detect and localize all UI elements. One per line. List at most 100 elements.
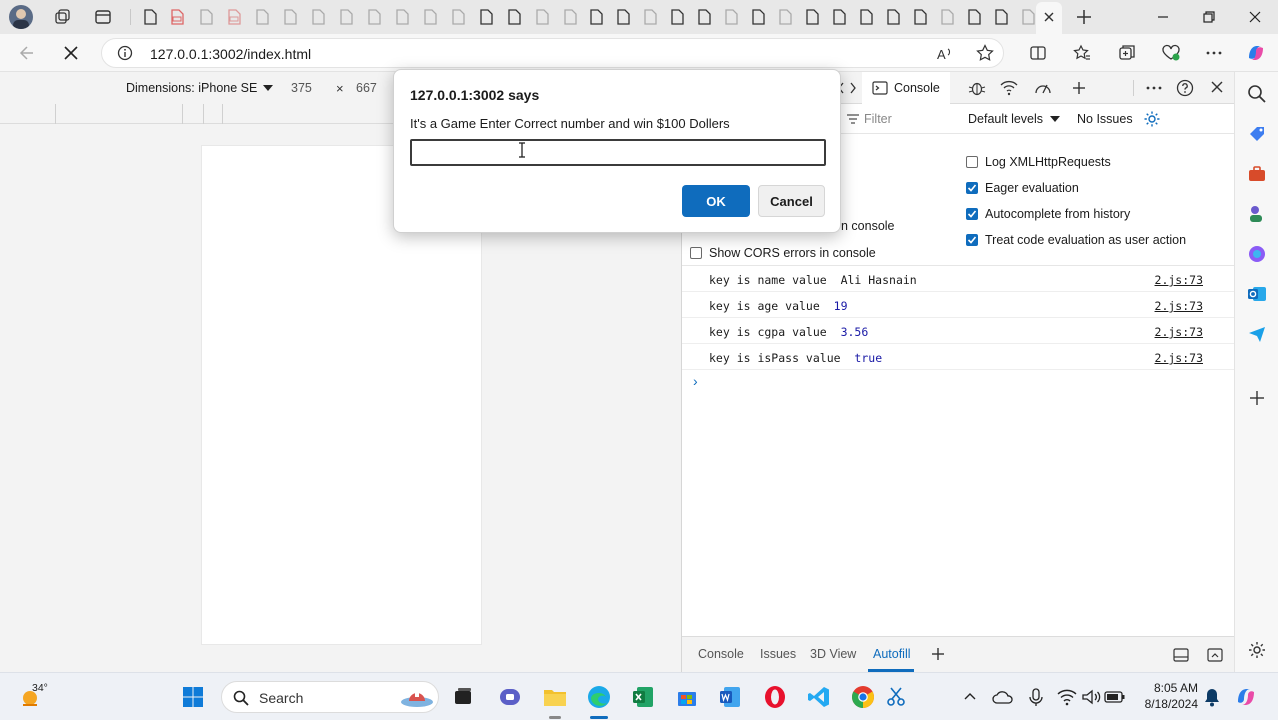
device-dimensions-dropdown[interactable]: Dimensions: iPhone SE xyxy=(126,81,274,95)
volume-icon[interactable] xyxy=(1079,685,1103,709)
favorites-icon[interactable] xyxy=(1071,42,1093,64)
tab-page-icon[interactable] xyxy=(449,8,467,26)
drawer-tab-console[interactable]: Console xyxy=(698,647,744,661)
battery-icon[interactable] xyxy=(1103,685,1127,709)
tab-page-icon[interactable] xyxy=(253,8,271,26)
add-tool-icon[interactable] xyxy=(1071,80,1087,96)
log-xhr-checkbox-row[interactable]: Log XMLHttpRequests xyxy=(966,155,1111,169)
tab-page-icon[interactable] xyxy=(337,8,355,26)
sidebar-games-icon[interactable] xyxy=(1247,204,1267,224)
viewport-width-input[interactable]: 375 xyxy=(291,81,312,95)
tab-page-icon[interactable] xyxy=(505,8,523,26)
close-window-button[interactable] xyxy=(1232,0,1278,34)
log-source-link[interactable]: 2.js:73 xyxy=(1155,351,1203,365)
tab-actions-icon[interactable] xyxy=(94,8,112,26)
url-field[interactable]: 127.0.0.1:3002/index.html A xyxy=(101,38,1004,68)
teams-chat-icon[interactable] xyxy=(498,685,522,709)
copilot-preview-icon[interactable] xyxy=(1234,685,1258,709)
vscode-icon[interactable] xyxy=(807,685,831,709)
close-drawer-icon[interactable] xyxy=(1206,647,1224,663)
dialog-ok-button[interactable]: OK xyxy=(682,185,750,217)
close-devtools-icon[interactable] xyxy=(1210,80,1224,94)
drawer-tab-3d-view[interactable]: 3D View xyxy=(810,647,856,661)
tab-page-icon[interactable] xyxy=(695,8,713,26)
eager-evaluation-checkbox[interactable] xyxy=(966,182,978,194)
console-prompt-chevron[interactable]: › xyxy=(693,373,698,389)
tab-page-icon[interactable] xyxy=(309,8,327,26)
start-button-icon[interactable] xyxy=(181,685,205,709)
drawer-tab-autofill[interactable]: Autofill xyxy=(873,647,911,661)
dock-drawer-icon[interactable] xyxy=(1172,647,1190,663)
sidebar-send-icon[interactable] xyxy=(1247,324,1267,344)
workspaces-icon[interactable] xyxy=(53,8,71,26)
split-screen-icon[interactable] xyxy=(1027,42,1049,64)
restore-button[interactable] xyxy=(1186,0,1232,34)
sidebar-search-icon[interactable] xyxy=(1247,84,1267,104)
more-options-icon[interactable] xyxy=(1203,42,1225,64)
file-explorer-icon[interactable] xyxy=(543,685,567,709)
sidebar-settings-icon[interactable] xyxy=(1247,640,1267,660)
viewport-height-input[interactable]: 667 xyxy=(356,81,377,95)
wifi-icon[interactable] xyxy=(1055,685,1079,709)
log-source-link[interactable]: 2.js:73 xyxy=(1155,299,1203,313)
copilot-icon[interactable] xyxy=(1245,42,1267,64)
tab-page-icon[interactable] xyxy=(281,8,299,26)
tab-page-icon[interactable] xyxy=(884,8,902,26)
drawer-tab-issues[interactable]: Issues xyxy=(760,647,796,661)
tab-page-icon[interactable] xyxy=(992,8,1010,26)
notifications-bell-icon[interactable] xyxy=(1200,685,1224,709)
treat-as-user-action-checkbox-row[interactable]: Treat code evaluation as user action xyxy=(966,233,1186,247)
eager-evaluation-checkbox-row[interactable]: Eager evaluation xyxy=(966,181,1079,195)
log-source-link[interactable]: 2.js:73 xyxy=(1155,273,1203,287)
sidebar-copilot-icon[interactable] xyxy=(1247,244,1267,264)
cors-errors-checkbox-row[interactable]: Show CORS errors in console xyxy=(690,246,876,260)
performance-icon[interactable] xyxy=(1034,80,1052,96)
tab-page-icon[interactable] xyxy=(803,8,821,26)
browser-essentials-icon[interactable] xyxy=(1160,42,1182,64)
dialog-prompt-input[interactable] xyxy=(410,139,826,166)
microphone-icon[interactable] xyxy=(1024,685,1048,709)
cors-errors-checkbox[interactable] xyxy=(690,247,702,259)
tab-page-icon[interactable] xyxy=(776,8,794,26)
tab-page-icon[interactable] xyxy=(668,8,686,26)
collections-icon[interactable] xyxy=(1116,42,1138,64)
tab-page-icon[interactable] xyxy=(587,8,605,26)
tab-page-icon[interactable] xyxy=(857,8,875,26)
issues-counter[interactable]: No Issues xyxy=(1077,112,1133,126)
close-tab-icon[interactable] xyxy=(1042,10,1056,24)
site-info-icon[interactable] xyxy=(117,45,133,61)
task-view-icon[interactable] xyxy=(451,685,475,709)
add-drawer-tab-icon[interactable] xyxy=(931,647,945,661)
tab-page-icon[interactable] xyxy=(749,8,767,26)
word-icon[interactable] xyxy=(718,685,742,709)
active-tab[interactable] xyxy=(1036,2,1062,34)
sidebar-shopping-icon[interactable] xyxy=(1247,124,1267,144)
tab-page-icon[interactable] xyxy=(141,8,159,26)
sidebar-add-icon[interactable] xyxy=(1247,388,1267,408)
tab-page-icon[interactable] xyxy=(197,8,215,26)
minimize-button[interactable] xyxy=(1140,0,1186,34)
back-button[interactable] xyxy=(16,42,38,64)
tab-page-icon[interactable] xyxy=(365,8,383,26)
tab-page-icon[interactable] xyxy=(533,8,551,26)
weather-widget[interactable]: 34° xyxy=(18,682,62,711)
bug-icon[interactable] xyxy=(968,79,986,97)
log-levels-dropdown[interactable]: Default levels xyxy=(968,112,1061,126)
console-settings-gear-icon[interactable] xyxy=(1143,110,1161,128)
tab-page-icon[interactable] xyxy=(830,8,848,26)
tab-page-icon[interactable] xyxy=(965,8,983,26)
treat-as-user-action-checkbox[interactable] xyxy=(966,234,978,246)
edge-browser-icon[interactable] xyxy=(587,685,611,709)
favorite-star-icon[interactable] xyxy=(976,44,994,62)
clock[interactable]: 8:05 AM 8/18/2024 xyxy=(1132,680,1198,712)
opera-icon[interactable] xyxy=(763,685,787,709)
sidebar-outlook-icon[interactable] xyxy=(1247,284,1267,304)
autocomplete-checkbox[interactable] xyxy=(966,208,978,220)
stop-loading-button[interactable] xyxy=(60,42,82,64)
microsoft-store-icon[interactable] xyxy=(675,685,699,709)
sidebar-tools-icon[interactable] xyxy=(1247,164,1267,184)
filter-input[interactable]: Filter xyxy=(864,112,892,126)
help-icon[interactable] xyxy=(1176,79,1194,97)
tab-page-icon[interactable] xyxy=(722,8,740,26)
log-xhr-checkbox[interactable] xyxy=(966,156,978,168)
